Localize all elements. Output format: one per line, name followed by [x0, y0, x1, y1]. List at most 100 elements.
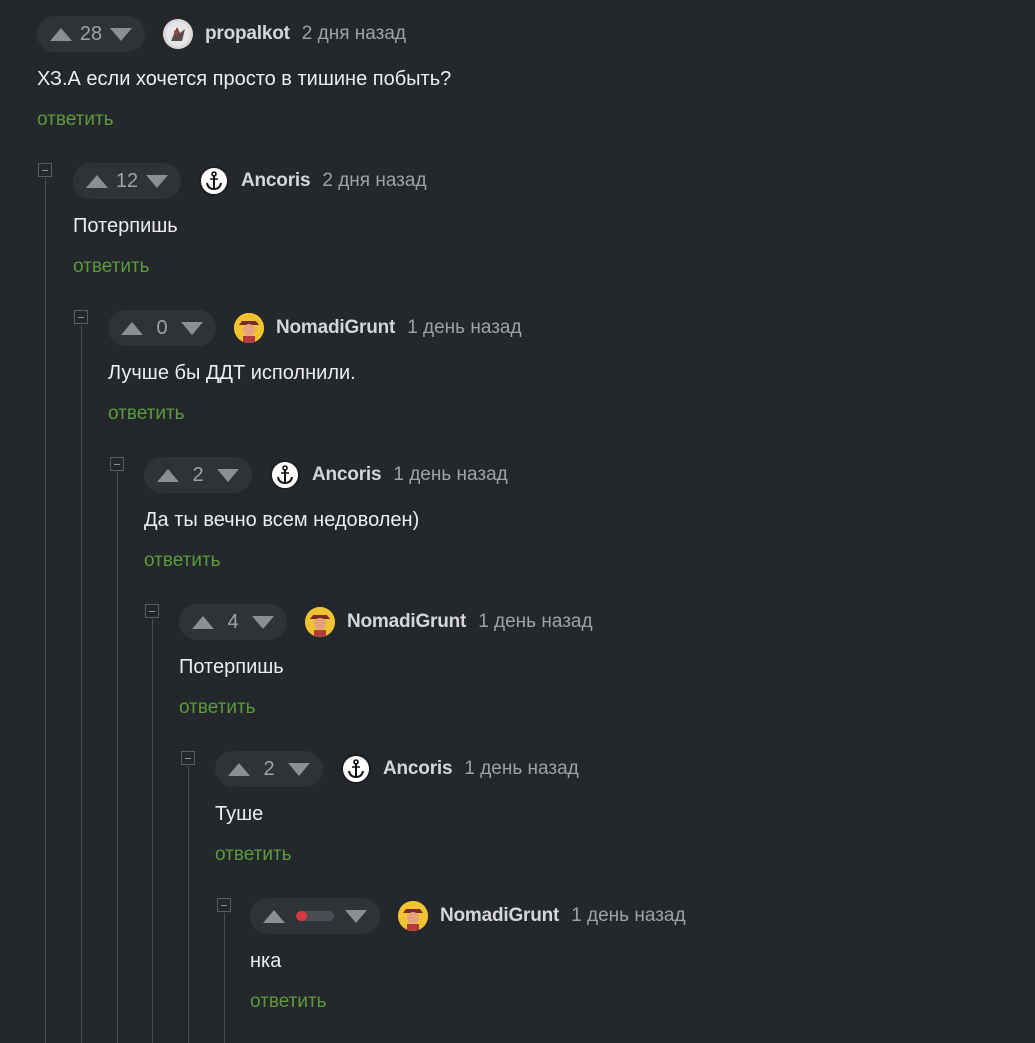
comment-header: 28 propalkot 2 дня назад: [37, 16, 406, 52]
arrow-up-icon: [121, 321, 143, 335]
arrow-down-icon: [181, 321, 203, 335]
downvote-button[interactable]: [344, 906, 368, 926]
username[interactable]: Ancoris: [312, 464, 382, 486]
anchor-icon: [277, 465, 293, 485]
collapse-thread-button[interactable]: [110, 457, 124, 471]
collapse-thread-button[interactable]: [181, 751, 195, 765]
timestamp: 1 день назад: [571, 905, 686, 926]
reply-link[interactable]: ответить: [108, 403, 185, 425]
thread-line: [45, 178, 46, 1043]
upvote-button[interactable]: [49, 24, 73, 44]
rating-control: 2: [144, 457, 252, 493]
nomadi-avatar-icon: [234, 313, 264, 343]
rating-control: 4: [179, 604, 287, 640]
upvote-button[interactable]: [85, 171, 109, 191]
comment-header: 2 Ancoris 1 день назад: [144, 457, 508, 493]
arrow-up-icon: [86, 174, 108, 188]
arrow-down-icon: [146, 174, 168, 188]
rating-bar-fill: [296, 911, 308, 921]
upvote-button[interactable]: [227, 759, 251, 779]
comment-header: 4 NomadiGrunt 1 день назад: [179, 604, 593, 640]
timestamp: 2 дня назад: [301, 23, 406, 44]
rating-score: 12: [115, 169, 139, 192]
propalkot-avatar-icon: [166, 22, 190, 46]
rating-score: 0: [156, 316, 168, 339]
rating-control: 2: [215, 751, 323, 787]
anchor-avatar[interactable]: [270, 460, 300, 490]
comment-text: ХЗ.А если хочется просто в тишине побыть…: [37, 68, 452, 90]
timestamp: 1 день назад: [478, 611, 593, 632]
arrow-down-icon: [252, 615, 274, 629]
collapse-thread-button[interactable]: [38, 163, 52, 177]
timestamp: 1 день назад: [407, 317, 522, 338]
nomadi-avatar[interactable]: [234, 313, 264, 343]
arrow-down-icon: [217, 468, 239, 482]
reply-link[interactable]: ответить: [250, 991, 327, 1013]
anchor-avatar[interactable]: [341, 754, 371, 784]
nomadi-avatar[interactable]: [398, 901, 428, 931]
timestamp: 1 день назад: [393, 464, 508, 485]
arrow-up-icon: [192, 615, 214, 629]
comment-text: Потерпишь: [73, 215, 178, 237]
timestamp: 1 день назад: [464, 758, 579, 779]
collapse-thread-button[interactable]: [217, 898, 231, 912]
upvote-button[interactable]: [191, 612, 215, 632]
arrow-down-icon: [345, 909, 367, 923]
comment-text: Да ты вечно всем недоволен): [144, 509, 420, 531]
reply-link[interactable]: ответить: [179, 697, 256, 719]
username[interactable]: propalkot: [205, 23, 290, 45]
arrow-down-icon: [110, 27, 132, 41]
anchor-icon: [348, 759, 364, 779]
arrow-up-icon: [50, 27, 72, 41]
thread-line: [188, 766, 189, 1043]
rating-bar: [296, 911, 334, 921]
comment-text: Лучше бы ДДТ исполнили.: [108, 362, 356, 384]
rating-control: 12: [73, 163, 181, 199]
comment-text: Туше: [215, 803, 264, 825]
reply-link[interactable]: ответить: [37, 109, 114, 131]
upvote-button[interactable]: [262, 906, 286, 926]
comment-header: 0 NomadiGrunt 1 день назад: [108, 310, 522, 346]
comment-text: Потерпишь: [179, 656, 284, 678]
username[interactable]: NomadiGrunt: [440, 905, 559, 927]
username[interactable]: NomadiGrunt: [347, 611, 466, 633]
thread-line: [117, 472, 118, 1043]
anchor-avatar[interactable]: [199, 166, 229, 196]
rating-score: 4: [227, 610, 239, 633]
downvote-button[interactable]: [251, 612, 275, 632]
downvote-button[interactable]: [109, 24, 133, 44]
comment-text: нка: [250, 950, 282, 972]
rating-score: 2: [192, 463, 204, 486]
thread-line: [81, 325, 82, 1043]
comment-header: 2 Ancoris 1 день назад: [215, 751, 579, 787]
upvote-button[interactable]: [156, 465, 180, 485]
rating-score: 2: [263, 757, 275, 780]
rating-control: 28: [37, 16, 145, 52]
username[interactable]: Ancoris: [383, 758, 453, 780]
nomadi-avatar[interactable]: [305, 607, 335, 637]
downvote-button[interactable]: [216, 465, 240, 485]
nomadi-avatar-icon: [305, 607, 335, 637]
reply-link[interactable]: ответить: [144, 550, 221, 572]
arrow-up-icon: [228, 762, 250, 776]
collapse-thread-button[interactable]: [74, 310, 88, 324]
downvote-button[interactable]: [145, 171, 169, 191]
propalkot-avatar[interactable]: [163, 19, 193, 49]
reply-link[interactable]: ответить: [73, 256, 150, 278]
arrow-up-icon: [157, 468, 179, 482]
thread-line: [152, 619, 153, 1043]
anchor-icon: [206, 171, 222, 191]
upvote-button[interactable]: [120, 318, 144, 338]
comments-thread: 28 propalkot 2 дня назад ХЗ.А если хочет…: [0, 0, 1035, 1043]
reply-link[interactable]: ответить: [215, 844, 292, 866]
downvote-button[interactable]: [287, 759, 311, 779]
downvote-button[interactable]: [180, 318, 204, 338]
username[interactable]: NomadiGrunt: [276, 317, 395, 339]
arrow-up-icon: [263, 909, 285, 923]
rating-control: [250, 898, 380, 934]
rating-control: 0: [108, 310, 216, 346]
comment-header: NomadiGrunt 1 день назад: [250, 898, 686, 934]
username[interactable]: Ancoris: [241, 170, 311, 192]
arrow-down-icon: [288, 762, 310, 776]
collapse-thread-button[interactable]: [145, 604, 159, 618]
